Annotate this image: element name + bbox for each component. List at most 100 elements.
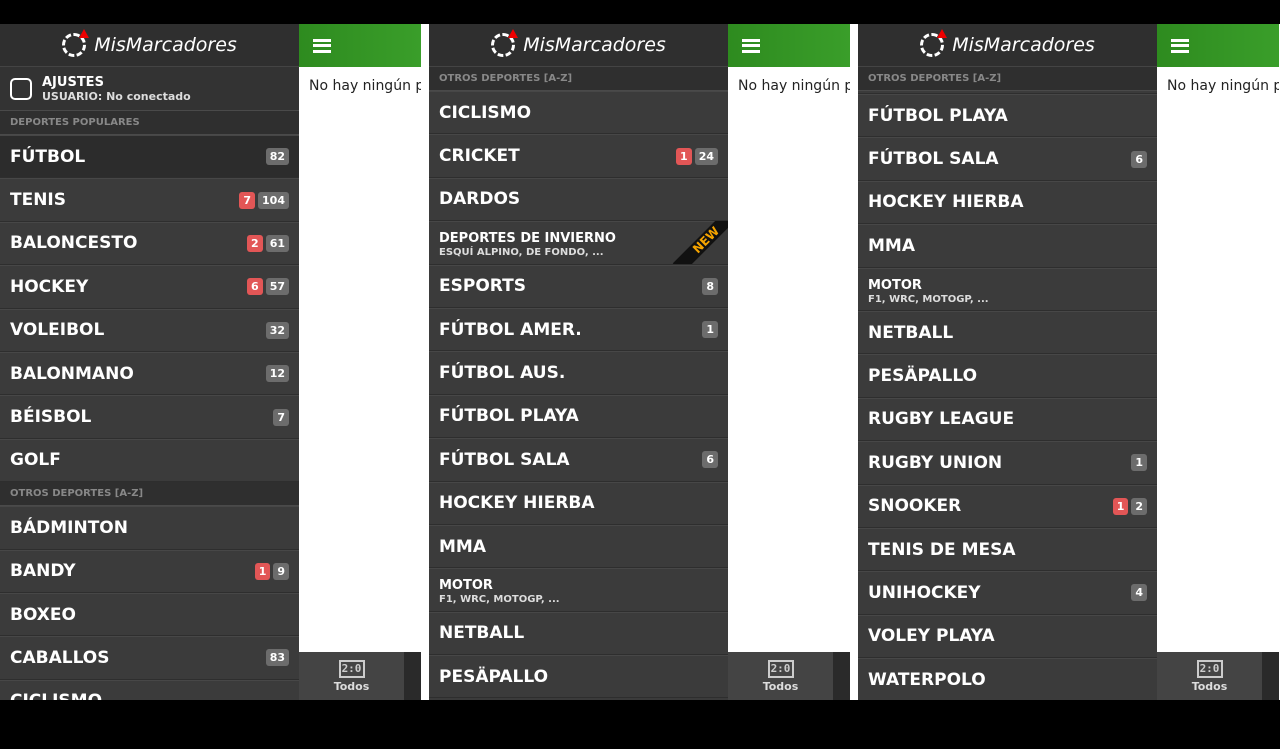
sport-item[interactable]: FÚTBOL SALA 6: [429, 438, 728, 482]
sport-item[interactable]: FÚTBOL AUS.: [429, 351, 728, 395]
sport-item[interactable]: MOTOR F1, WRC, MOTOGP, ...: [429, 568, 728, 612]
sport-name-wrap: CICLISMO: [439, 103, 718, 123]
sport-name-wrap: VOLEY PLAYA: [868, 626, 1147, 646]
hamburger-menu-icon[interactable]: [1171, 38, 1189, 53]
sport-name: DEPORTES DE INVIERNO: [439, 231, 616, 247]
live-count-badge: 1: [676, 147, 692, 165]
event-count-badge: 6: [702, 451, 718, 469]
sport-name-wrap: MOTOR F1, WRC, MOTOGP, ...: [868, 274, 1147, 305]
logo-icon: [62, 29, 90, 57]
sport-name-wrap: WATERPOLO: [868, 670, 1147, 690]
sport-name: BANDY: [10, 561, 76, 582]
tab-todos[interactable]: 2:0 Todos: [728, 652, 833, 700]
sport-item[interactable]: RUGBY LEAGUE: [858, 397, 1157, 442]
section-header: OTROS DEPORTES [A-Z]: [0, 482, 299, 507]
event-count-badge: 82: [265, 148, 289, 166]
sport-item[interactable]: DARDOS: [429, 177, 728, 222]
sport-item[interactable]: UNIHOCKEY 4: [858, 571, 1157, 615]
hamburger-menu-icon[interactable]: [313, 38, 331, 53]
section-header: OTROS DEPORTES [A-Z]: [858, 67, 1157, 91]
sport-item[interactable]: FÚTBOL SALA 6: [858, 137, 1157, 181]
sport-name-wrap: VOLEIBOL: [10, 320, 263, 340]
sport-item[interactable]: VOLEIBOL 32: [0, 308, 299, 352]
sport-item[interactable]: FÚTBOL PLAYA: [858, 94, 1157, 138]
sport-item[interactable]: PESÄPALLO: [429, 655, 728, 699]
sport-name: VOLEIBOL: [10, 320, 105, 341]
sport-item[interactable]: FÚTBOL PLAYA: [429, 394, 728, 439]
settings-icon: [10, 77, 32, 100]
sport-item[interactable]: BANDY 1 9: [0, 549, 299, 593]
sport-name: MOTOR: [868, 277, 922, 293]
sport-item[interactable]: BOXEO: [0, 592, 299, 637]
sport-item[interactable]: BALONCESTO 2 61: [0, 221, 299, 266]
sport-item[interactable]: BALONMANO 12: [0, 351, 299, 396]
new-label: NEW: [672, 221, 728, 265]
sport-name: VOLEY PLAYA: [868, 626, 995, 647]
event-count-badge: 9: [273, 562, 289, 580]
sport-item[interactable]: HOCKEY 6 57: [0, 265, 299, 309]
sport-name: CICLISMO: [10, 691, 102, 700]
sport-item[interactable]: NETBALL: [429, 611, 728, 656]
sport-name: FÚTBOL SALA: [868, 149, 999, 170]
sport-item[interactable]: MMA: [858, 224, 1157, 268]
tab-todos[interactable]: 2:0 Todos: [1157, 652, 1262, 700]
sport-name: HOCKEY HIERBA: [439, 493, 595, 514]
live-count-badge: 6: [247, 278, 263, 296]
hamburger-menu-icon[interactable]: [742, 38, 760, 53]
bottom-nav: 2:0 Todos: [728, 652, 850, 700]
sport-item[interactable]: NETBALL: [858, 310, 1157, 355]
sport-name-wrap: UNIHOCKEY: [868, 583, 1128, 603]
scoreboard-icon: 2:0: [767, 659, 794, 678]
sport-name-wrap: FÚTBOL: [10, 147, 263, 167]
sport-item[interactable]: WATERPOLO: [858, 658, 1157, 700]
sport-item[interactable]: MMA: [429, 524, 728, 569]
sport-item[interactable]: ESPORTS 8: [429, 264, 728, 308]
sport-item[interactable]: RUGBY UNION 1: [858, 441, 1157, 485]
bottom-nav: 2:0 Todos: [299, 652, 421, 700]
sport-item[interactable]: GOLF: [0, 438, 299, 483]
empty-message: No hay ningún pa: [738, 78, 850, 94]
tab-label: Todos: [1191, 679, 1228, 693]
status-bar: [0, 0, 1280, 24]
sport-item[interactable]: FÚTBOL AMER. 1: [429, 307, 728, 352]
section-header: OTROS DEPORTES [A-Z]: [429, 67, 728, 91]
sport-name: BOXEO: [10, 604, 76, 625]
sport-item[interactable]: MOTOR F1, WRC, MOTOGP, ...: [858, 267, 1157, 311]
sport-item[interactable]: CICLISMO: [429, 91, 728, 135]
settings-item[interactable]: AJUSTES USUARIO: No conectado: [0, 67, 299, 111]
logo: MisMarcadores: [429, 24, 728, 67]
sport-name: CRICKET: [439, 146, 520, 167]
tab-todos[interactable]: 2:0 Todos: [299, 652, 404, 700]
event-count-badge: 104: [258, 191, 289, 209]
sport-item[interactable]: SNOOKER 1 2: [858, 484, 1157, 528]
empty-message: No hay ningún pa: [309, 78, 421, 94]
sport-name-wrap: CABALLOS: [10, 648, 263, 668]
sport-item[interactable]: CABALLOS 83: [0, 636, 299, 680]
logo-icon: [491, 29, 519, 57]
sport-name-wrap: ESPORTS: [439, 276, 699, 296]
sport-item[interactable]: TENIS DE MESA: [858, 527, 1157, 572]
sport-item[interactable]: BÁDMINTON: [0, 506, 299, 550]
sport-item[interactable]: FÚTBOL 82: [0, 135, 299, 179]
sport-item[interactable]: BÉISBOL 7: [0, 395, 299, 439]
sport-item[interactable]: DEPORTES DE INVIERNO ESQUÍ ALPINO, DE FON…: [429, 221, 728, 265]
event-count-badge: 1: [702, 321, 718, 339]
sport-subtitle: F1, WRC, MOTOGP, ...: [439, 594, 560, 606]
sport-name: RUGBY UNION: [868, 452, 1003, 473]
sport-item[interactable]: HOCKEY HIERBA: [858, 180, 1157, 225]
sport-name: BÉISBOL: [10, 407, 92, 428]
sport-name: FÚTBOL SALA: [439, 449, 570, 470]
live-count-badge: 2: [247, 234, 263, 252]
sport-item[interactable]: CRICKET 1 24: [429, 134, 728, 178]
sport-item[interactable]: CICLISMO: [0, 679, 299, 700]
sport-name: TENIS: [10, 190, 67, 211]
sport-name: FÚTBOL PLAYA: [439, 406, 579, 427]
sport-item[interactable]: TENIS 7 104: [0, 178, 299, 222]
sport-item[interactable]: PESÄPALLO: [858, 354, 1157, 398]
sport-name-wrap: RUGBY LEAGUE: [868, 409, 1147, 429]
sport-item[interactable]: VOLEY PLAYA: [858, 614, 1157, 659]
logo-icon: [920, 29, 948, 57]
sport-item[interactable]: HOCKEY HIERBA: [429, 481, 728, 525]
app-header: [299, 24, 421, 67]
tab-label: Todos: [762, 679, 799, 693]
